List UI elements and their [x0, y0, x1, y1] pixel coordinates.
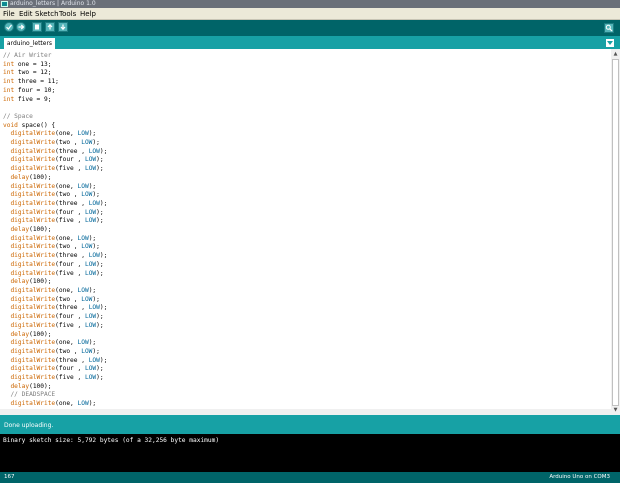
menu-bar: File Edit Sketch Tools Help — [0, 8, 620, 20]
verify-button[interactable] — [4, 22, 14, 32]
code-line: int four = 10; — [3, 86, 56, 94]
code-line: digitalWrite(four , LOW); — [10, 156, 104, 164]
serial-monitor-button[interactable] — [604, 23, 614, 33]
console-output: Binary sketch size: 5,792 bytes (of a 32… — [0, 434, 620, 472]
code-text: // Air Writer int one = 13; int two = 12… — [3, 52, 107, 409]
code-line: delay(100); — [10, 330, 52, 338]
code-line: // Space — [3, 112, 33, 120]
upload-icon — [18, 24, 24, 30]
open-button[interactable] — [45, 22, 55, 32]
toolbar — [0, 20, 620, 36]
title-bar: arduino_letters | Arduino 1.0 — [0, 0, 620, 8]
code-line: digitalWrite(one, LOW); — [10, 286, 97, 294]
code-line: delay(100); — [10, 278, 52, 286]
line-number: 167 — [4, 474, 15, 480]
verify-icon — [6, 24, 12, 30]
new-icon — [35, 24, 39, 30]
menu-sketch[interactable]: Sketch — [35, 8, 59, 20]
scrollbar-thumb[interactable] — [612, 59, 619, 406]
new-button[interactable] — [32, 22, 42, 32]
code-line: digitalWrite(one, LOW); — [10, 339, 97, 347]
code-line: digitalWrite(three , LOW); — [10, 304, 108, 312]
arduino-ide-window: arduino_letters | Arduino 1.0 File Edit … — [0, 0, 620, 483]
code-line: digitalWrite(three , LOW); — [10, 356, 108, 364]
scroll-down-icon[interactable]: ▼ — [612, 406, 619, 414]
code-line: int one = 13; — [3, 60, 52, 68]
chevron-down-icon — [607, 41, 613, 45]
upload-button[interactable] — [16, 22, 26, 32]
code-line: digitalWrite(five , LOW); — [10, 269, 104, 277]
arduino-app-icon — [1, 1, 8, 7]
code-line: digitalWrite(three , LOW); — [10, 199, 108, 207]
code-line: digitalWrite(three , LOW); — [10, 252, 108, 260]
code-line: delay(100); — [10, 382, 52, 390]
code-line: digitalWrite(two , LOW); — [10, 243, 100, 251]
code-line: digitalWrite(two , LOW); — [10, 139, 100, 147]
tab-arduino-letters[interactable]: arduino_letters — [4, 38, 55, 49]
code-line: digitalWrite(four , LOW); — [10, 260, 104, 268]
open-icon — [47, 24, 53, 30]
code-line: digitalWrite(five , LOW); — [10, 321, 104, 329]
code-line: digitalWrite(five , LOW); — [10, 374, 104, 382]
code-line: digitalWrite(two , LOW); — [10, 191, 100, 199]
code-line: digitalWrite(two , LOW); — [10, 347, 100, 355]
menu-tools[interactable]: Tools — [59, 8, 76, 20]
menu-file[interactable]: File — [3, 8, 15, 20]
status-bar: Done uploading. — [0, 415, 620, 434]
code-line: digitalWrite(one, LOW); — [10, 130, 97, 138]
console-text: Binary sketch size: 5,792 bytes (of a 32… — [3, 437, 220, 444]
code-line: int five = 9; — [3, 95, 52, 103]
scroll-up-icon[interactable]: ▲ — [612, 50, 619, 58]
code-line: digitalWrite(four , LOW); — [10, 208, 104, 216]
code-line: // DEADSPACE — [3, 391, 56, 399]
code-line: digitalWrite(one, LOW); — [10, 234, 97, 242]
code-line: digitalWrite(one, LOW); — [10, 400, 97, 408]
code-line: digitalWrite(two , LOW); — [10, 295, 100, 303]
code-line: int three = 11; — [3, 78, 59, 86]
code-line: delay(100); — [10, 226, 52, 234]
code-line: int two = 12; — [3, 69, 52, 77]
status-message: Done uploading. — [4, 422, 54, 429]
code-line: digitalWrite(four , LOW); — [10, 313, 104, 321]
menu-edit[interactable]: Edit — [19, 8, 33, 20]
code-line: digitalWrite(one, LOW); — [10, 182, 97, 190]
save-icon — [60, 24, 66, 30]
vertical-scrollbar[interactable]: ▲ ▼ — [611, 49, 620, 415]
window-title: arduino_letters | Arduino 1.0 — [10, 0, 96, 7]
code-editor[interactable]: // Air Writer int one = 13; int two = 12… — [0, 49, 611, 415]
code-line: delay(100); — [10, 173, 52, 181]
code-line: digitalWrite(three , LOW); — [10, 147, 108, 155]
serial-monitor-icon — [605, 24, 613, 32]
code-line: digitalWrite(four , LOW); — [10, 365, 104, 373]
code-line: void space() { — [3, 121, 56, 129]
tab-strip: arduino_letters — [0, 36, 620, 49]
code-line: digitalWrite(five , LOW); — [10, 217, 104, 225]
menu-help[interactable]: Help — [80, 8, 96, 20]
footer-bar: 167 Arduino Uno on COM3 — [0, 472, 620, 483]
board-port: Arduino Uno on COM3 — [549, 474, 610, 480]
code-line: // Air Writer — [3, 52, 52, 59]
save-button[interactable] — [58, 22, 68, 32]
tab-menu-button[interactable] — [606, 39, 614, 47]
code-line: digitalWrite(five , LOW); — [10, 165, 104, 173]
